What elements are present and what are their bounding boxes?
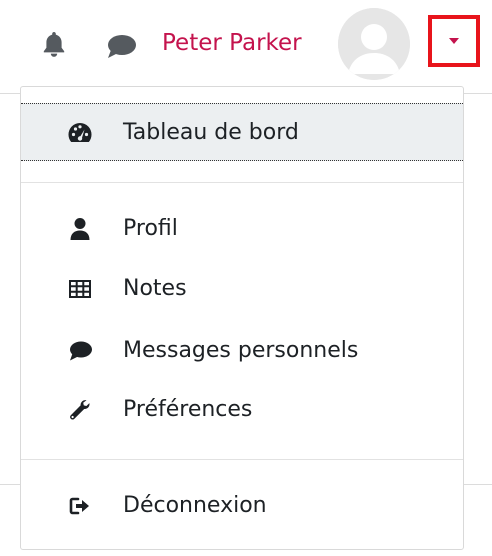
menu-divider: [21, 182, 463, 183]
page-rule: [0, 484, 20, 485]
menu-item-profile[interactable]: Profil: [21, 200, 463, 258]
navbar: Peter Parker: [0, 0, 492, 88]
sign-out-icon: [67, 494, 93, 518]
grades-table-icon: [67, 277, 93, 301]
menu-item-logout[interactable]: Déconnexion: [21, 477, 463, 535]
menu-divider: [21, 459, 463, 460]
message-bubble-icon: [67, 339, 93, 363]
wrench-icon: [67, 398, 93, 422]
menu-item-label: Tableau de bord: [123, 120, 299, 145]
menu-item-messages[interactable]: Messages personnels: [21, 322, 463, 380]
avatar-icon[interactable]: [338, 8, 410, 80]
menu-item-grades[interactable]: Notes: [21, 260, 463, 318]
user-icon: [67, 217, 93, 241]
menu-item-preferences[interactable]: Préférences: [21, 381, 463, 439]
menu-item-dashboard[interactable]: Tableau de bord: [21, 103, 463, 161]
chat-bubble-icon[interactable]: [103, 31, 139, 61]
bell-icon[interactable]: [38, 28, 70, 60]
user-name[interactable]: Peter Parker: [162, 26, 302, 60]
menu-item-label: Préférences: [123, 397, 253, 422]
menu-item-label: Notes: [123, 276, 187, 301]
menu-item-label: Déconnexion: [123, 493, 267, 518]
menu-item-label: Profil: [123, 216, 178, 241]
user-dropdown-menu: Tableau de bord Profil Notes Messages pe…: [20, 86, 464, 550]
dashboard-gauge-icon: [67, 121, 93, 145]
menu-item-label: Messages personnels: [123, 338, 359, 363]
page-rule: [464, 484, 492, 485]
caret-down-icon: [449, 38, 459, 44]
page: Peter Parker Tableau de bord Profil Note…: [0, 0, 492, 556]
user-menu-toggle-button[interactable]: [428, 15, 480, 67]
